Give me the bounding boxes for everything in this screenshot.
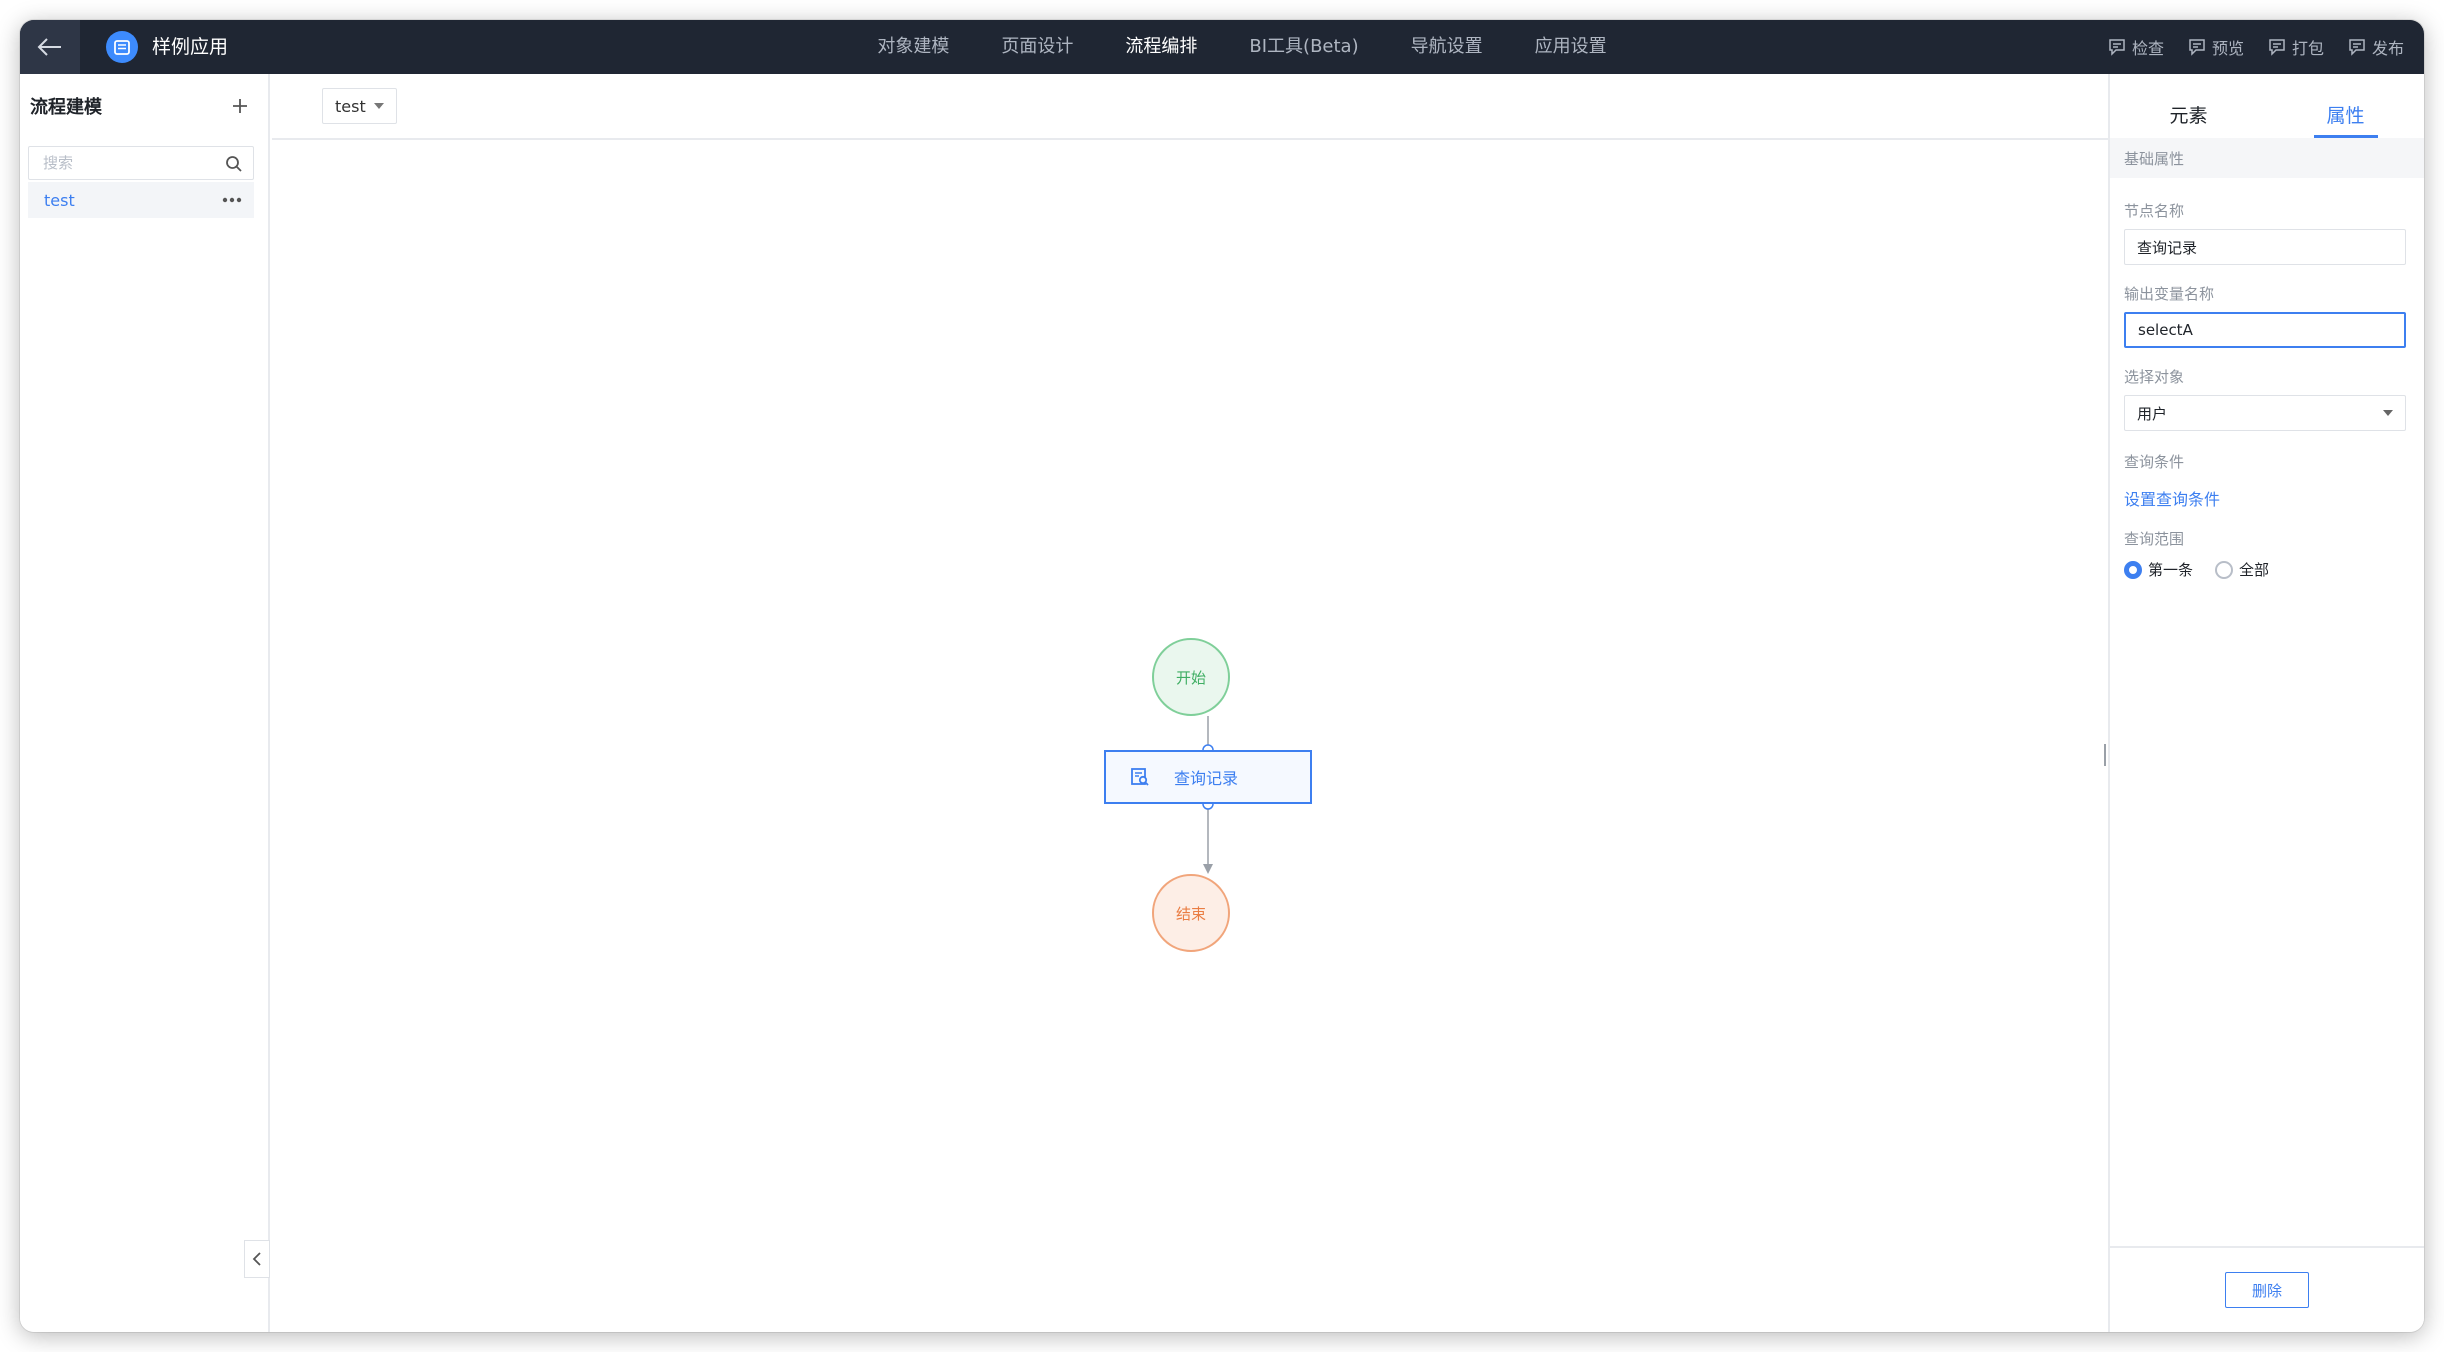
more-icon[interactable] — [222, 197, 242, 203]
radio-checked-icon — [2124, 560, 2142, 579]
flow-select-value: test — [335, 96, 366, 116]
nav-item-flow-orchestration[interactable]: 流程编排 — [1125, 20, 1197, 74]
flow-canvas[interactable]: 开始 查询记录 结束 — [272, 140, 2110, 1332]
main-nav: 对象建模 页面设计 流程编排 BI工具(Beta) 导航设置 应用设置 — [20, 20, 2424, 74]
end-node-label: 结束 — [1175, 904, 1206, 923]
scope-first-label: 第一条 — [2148, 561, 2194, 579]
back-button[interactable] — [20, 20, 80, 74]
app-name: 样例应用 — [152, 36, 229, 58]
app-logo-icon — [106, 31, 138, 63]
select-object-label: 选择对象 — [2124, 368, 2185, 386]
back-arrow-icon — [37, 38, 61, 56]
preview-button[interactable]: 预览 — [2188, 35, 2244, 59]
scope-all-label: 全部 — [2239, 561, 2270, 579]
chevron-left-icon — [252, 1252, 261, 1266]
tab-elements[interactable]: 元素 — [2110, 101, 2267, 138]
search-icon[interactable] — [225, 155, 243, 173]
start-node-label: 开始 — [1175, 668, 1206, 687]
start-node[interactable]: 开始 — [1152, 638, 1230, 716]
plus-icon — [233, 99, 247, 113]
sidebar-header: 流程建模 — [20, 74, 268, 138]
tab-properties[interactable]: 属性 — [2267, 101, 2424, 138]
query-record-icon — [1131, 768, 1149, 786]
package-button[interactable]: 打包 — [2268, 35, 2324, 59]
preview-label: 预览 — [2211, 39, 2244, 58]
flow-select[interactable]: test — [322, 88, 397, 124]
check-button[interactable]: 检查 — [2108, 35, 2164, 59]
sidebar-title: 流程建模 — [30, 97, 102, 118]
nav-item-navigation-settings[interactable]: 导航设置 — [1411, 20, 1483, 74]
query-scope-label: 查询范围 — [2124, 530, 2185, 548]
scope-first-radio[interactable]: 第一条 — [2124, 559, 2193, 580]
caret-down-icon — [2383, 410, 2393, 416]
canvas-toolbar: test — [272, 74, 2108, 140]
node-name-label: 节点名称 — [2124, 202, 2185, 220]
check-label: 检查 — [2131, 39, 2164, 58]
set-query-condition-link[interactable]: 设置查询条件 — [2110, 486, 2220, 510]
caret-down-icon — [373, 103, 384, 109]
nav-item-page-design[interactable]: 页面设计 — [1001, 20, 1073, 74]
query-scope-radio-group: 第一条 全部 — [2110, 559, 2424, 580]
object-select[interactable]: 用户 — [2124, 395, 2406, 431]
radio-unchecked-icon — [2215, 560, 2234, 579]
flow-item-label: test — [44, 190, 75, 210]
nav-item-app-settings[interactable]: 应用设置 — [1535, 20, 1607, 74]
end-node[interactable]: 结束 — [1152, 874, 1230, 952]
flow-edges — [1202, 716, 1214, 874]
query-condition-label: 查询条件 — [2124, 453, 2185, 471]
doc-check-icon — [2109, 39, 2125, 56]
object-select-value: 用户 — [2137, 404, 2168, 423]
query-record-node-label: 查询记录 — [1174, 769, 1239, 788]
flow-list-item[interactable]: test — [28, 182, 254, 218]
scope-all-radio[interactable]: 全部 — [2215, 559, 2269, 580]
search-box — [28, 146, 254, 180]
top-bar: 样例应用 对象建模 页面设计 流程编排 BI工具(Beta) 导航设置 应用设置… — [20, 20, 2424, 74]
delete-button[interactable]: 删除 — [2225, 1272, 2309, 1308]
top-actions: 检查 预览 打包 发布 — [2108, 20, 2404, 74]
section-basic-properties: 基础属性 — [2110, 138, 2424, 178]
nav-item-bi-tool[interactable]: BI工具(Beta) — [1249, 20, 1358, 74]
publish-label: 发布 — [2371, 39, 2404, 58]
app-window: 样例应用 对象建模 页面设计 流程编排 BI工具(Beta) 导航设置 应用设置… — [20, 20, 2424, 1332]
properties-panel: 元素 属性 基础属性 节点名称 输出变量名称 选择对象 用户 查询条件 设置查询… — [2108, 74, 2424, 1332]
flow-sidebar: 流程建模 test — [20, 74, 270, 1332]
output-variable-input[interactable] — [2124, 312, 2406, 348]
search-input[interactable] — [29, 147, 209, 179]
doc-publish-icon — [2349, 39, 2365, 56]
node-name-input[interactable] — [2124, 229, 2406, 265]
query-record-node[interactable]: 查询记录 — [1104, 750, 1312, 804]
nav-item-object-modeling[interactable]: 对象建模 — [877, 20, 949, 74]
doc-package-icon — [2269, 39, 2285, 56]
doc-preview-icon — [2189, 39, 2205, 56]
panel-footer: 删除 — [2110, 1246, 2424, 1332]
publish-button[interactable]: 发布 — [2348, 35, 2404, 59]
collapse-sidebar-button[interactable] — [244, 1240, 270, 1278]
output-variable-label: 输出变量名称 — [2124, 285, 2215, 303]
package-label: 打包 — [2291, 39, 2324, 58]
panel-tabs: 元素 属性 — [2110, 74, 2424, 138]
add-flow-button[interactable] — [228, 94, 252, 118]
